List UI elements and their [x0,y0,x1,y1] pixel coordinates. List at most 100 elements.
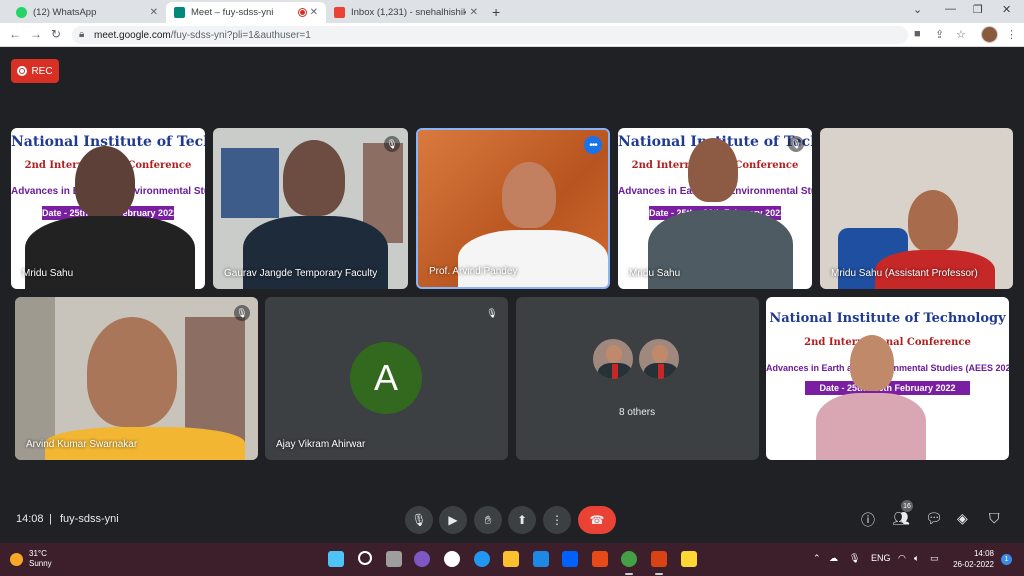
tab-label: Inbox (1,231) - snehalhishikar@g [351,7,466,18]
forward-icon[interactable]: → [30,27,42,41]
participant-tile[interactable]: Mridu Sahu (Assistant Professor) [820,128,1013,289]
address-bar: ← → ↻ 🔒︎ meet.google.com/fuy-sdss-yni?pl… [0,23,1024,47]
close-icon[interactable]: ✕ [470,7,478,18]
more-options-button[interactable]: ⋮ [543,506,571,534]
dropbox-icon[interactable] [562,551,578,567]
present-button[interactable]: ⬆ [508,506,536,534]
participant-face [688,138,738,202]
profile-avatar[interactable] [981,26,998,43]
meet-stage: REC National Institute of Technology 2nd… [0,47,1024,543]
activities-icon[interactable]: ◈ [957,510,968,527]
teams-chat-icon[interactable] [414,551,430,567]
tab-search-icon[interactable]: ⌄ [913,3,922,16]
participant-tile[interactable]: A 🎙︎ Ajay Vikram Ahirwar [265,297,508,460]
participant-tile[interactable]: 🎙︎ Arvind Kumar Swarnakar [15,297,258,460]
meeting-info-icon[interactable]: ⓘ [861,510,875,530]
gmail-icon [334,7,345,18]
participant-name: Mridu Sahu (Assistant Professor) [831,268,978,279]
more-options-icon[interactable]: ••• [584,136,602,154]
share-icon[interactable]: ⇪ [935,28,944,41]
close-icon[interactable]: ✕ [150,7,158,18]
window-close-icon[interactable]: ✕ [1002,3,1011,16]
participant-tile[interactable]: National Institute of Technology 2nd Int… [11,128,205,289]
system-clock[interactable]: 14:08 26-02-2022 [950,548,994,570]
url-input[interactable]: 🔒︎ meet.google.com/fuy-sdss-yni?pli=1&au… [72,26,908,44]
tab-meet[interactable]: Meet – fuy-sdss-yni ✕ [166,2,326,23]
windows-start-icon[interactable] [328,551,344,567]
tab-gmail[interactable]: Inbox (1,231) - snehalhishikar@g ✕ [326,2,486,23]
active-app-indicator [625,573,633,575]
edge-icon[interactable] [474,551,490,567]
search-icon[interactable] [358,551,372,565]
weather-condition: Sunny [29,559,52,568]
chrome-icon[interactable] [621,551,637,567]
lock-icon: 🔒︎ [79,29,85,40]
meeting-controls: 14:08 | fuy-sdss-yni 🎙︎ ▶ ✋︎ ⬆ ⋮ ☎︎ ⓘ 👥︎… [0,497,1024,543]
participant-tile-active[interactable]: ••• Prof. Arvind Pandey [416,128,610,289]
participant-body [816,393,926,460]
close-icon[interactable]: ✕ [310,7,318,18]
background-wall [15,297,55,460]
participant-face [283,140,345,216]
mail-icon[interactable] [533,551,549,567]
leave-call-button[interactable]: ☎︎ [578,506,616,534]
tray-mic-icon[interactable]: 🎙︎ [849,553,860,564]
camera-app-icon[interactable] [444,551,460,567]
clock-date: 26-02-2022 [953,560,994,569]
microphone-button[interactable]: 🎙︎ [405,506,433,534]
camera-in-use-icon[interactable]: ■ [914,28,921,40]
participant-name: Mridu Sahu [22,268,74,279]
tab-label: Meet – fuy-sdss-yni [191,7,274,18]
office-icon[interactable] [592,551,608,567]
background-poster [221,148,279,218]
url-host: meet.google.com [94,29,171,41]
recording-button[interactable]: REC [11,59,59,83]
file-explorer-icon[interactable] [503,551,519,567]
weather-widget[interactable]: 31°C Sunny [10,549,52,569]
menu-kebab-icon[interactable]: ⋮ [1006,28,1017,41]
participant-body [458,230,608,287]
tab-whatsapp[interactable]: (12) WhatsApp ✕ [8,2,166,23]
participant-face [502,162,556,228]
participant-name: Mridu Sahu [629,268,681,279]
language-indicator[interactable]: ENG [871,553,891,563]
raise-hand-button[interactable]: ✋︎ [474,506,502,534]
camera-button[interactable]: ▶ [439,506,467,534]
cloud-icon[interactable]: ☁ [829,553,838,564]
hang-up-icon: ☎︎ [589,513,605,527]
people-icon[interactable]: 👥︎ [892,510,910,527]
maximize-icon[interactable]: ❐ [973,3,983,16]
notification-badge[interactable]: 1 [1001,554,1012,565]
back-icon[interactable]: ← [9,27,21,41]
recording-label: REC [31,65,53,77]
participant-face [75,146,135,218]
battery-icon[interactable]: ▭ [930,553,939,564]
participant-count-badge: 16 [901,500,913,512]
bookmark-star-icon[interactable]: ☆ [956,28,966,41]
sticky-notes-icon[interactable] [681,551,697,567]
wifi-icon[interactable]: ◠ [898,553,906,564]
powerpoint-icon[interactable] [651,551,667,567]
tray-expand-icon[interactable]: ⌃ [813,553,821,564]
others-tile[interactable]: 8 others [516,297,759,460]
divider: | [49,513,52,525]
new-tab-icon[interactable]: + [492,4,500,20]
participant-tile[interactable]: National Institute of Technology 2nd Int… [618,128,812,289]
reload-icon[interactable]: ↻ [51,27,61,41]
chat-icon[interactable]: 💬︎ [925,510,943,527]
task-view-icon[interactable] [386,551,402,567]
participant-name: Gaurav Jangde Temporary Faculty [224,268,378,279]
video-camera-icon: ▶ [448,513,458,527]
mic-icon: 🎙︎ [411,513,427,527]
volume-icon[interactable]: 🔈︎ [914,553,919,564]
minimize-icon[interactable]: — [945,3,956,15]
windows-taskbar: 31°C Sunny ⌃ ☁ 🎙︎ ENG ◠ 🔈︎ ▭ 14:08 26-02… [0,543,1024,576]
participant-tile[interactable]: National Institute of Technology 2nd Int… [766,297,1009,460]
record-icon [17,66,28,76]
participant-avatar: A [350,342,422,414]
participant-name: Arvind Kumar Swarnakar [26,439,138,450]
whatsapp-icon [16,7,27,18]
host-controls-icon[interactable]: ⛉ [989,510,1000,527]
url-path: /fuy-sdss-yni?pli=1&authuser=1 [170,29,311,41]
participant-tile[interactable]: 🎙︎ Gaurav Jangde Temporary Faculty [213,128,408,289]
